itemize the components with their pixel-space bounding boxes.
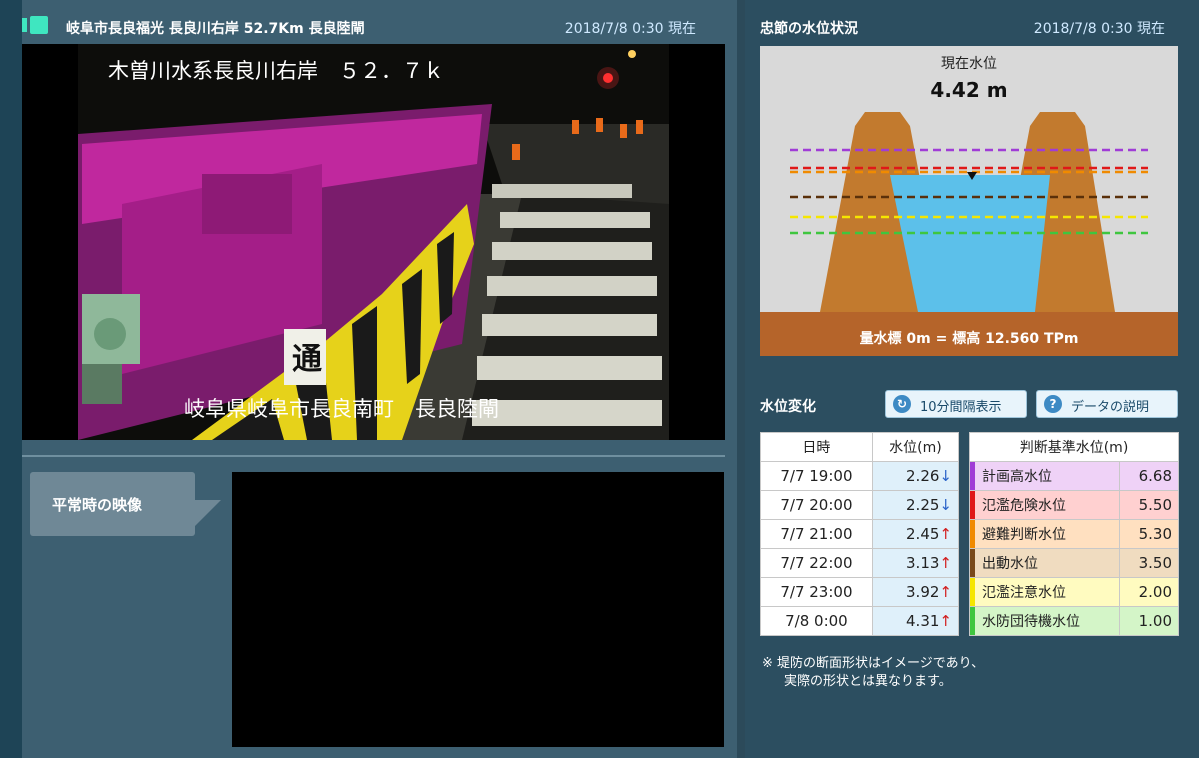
status-title: 忠節の水位状況 xyxy=(760,21,858,37)
table-row: 避難判断水位 5.30 xyxy=(969,519,1180,549)
row-time: 7/7 21:00 xyxy=(760,519,873,549)
table-row: 出動水位 3.50 xyxy=(969,548,1180,578)
current-level-label: 現在水位 xyxy=(941,56,997,72)
live-camera-video[interactable]: 通 木曽川水系長良川右岸 ５２．７ｋ 岐阜県岐阜市長良南町 長良陸閘 xyxy=(22,44,725,440)
data-help-button[interactable]: ? データの説明 xyxy=(1036,390,1178,418)
criteria-value: 5.50 xyxy=(1118,490,1180,520)
help-icon: ? xyxy=(1044,395,1062,413)
camera-title: 岐阜市長良福光 長良川右岸 52.7Km 長良陸閘 xyxy=(66,21,365,37)
help-button-label: データの説明 xyxy=(1071,400,1150,415)
status-timestamp: 2018/7/8 0:30 現在 xyxy=(1033,21,1165,37)
camera-icon xyxy=(22,16,48,34)
panel-divider xyxy=(22,455,725,457)
criteria-name: 水防団待機水位 xyxy=(969,606,1120,636)
criteria-title: 判断基準水位(m) xyxy=(969,432,1179,462)
row-time: 7/7 19:00 xyxy=(760,461,873,491)
disclaimer-note: ※ 堤防の断面形状はイメージであり、 実際の形状とは異なります。 xyxy=(762,655,984,691)
criteria-value: 2.00 xyxy=(1118,577,1180,607)
camera-panel: 岐阜市長良福光 長良川右岸 52.7Km 長良陸閘 2018/7/8 0:30 … xyxy=(0,0,737,758)
row-level: 4.31↑ xyxy=(871,606,960,636)
row-level: 2.26↓ xyxy=(871,461,960,491)
criteria-name: 氾濫注意水位 xyxy=(969,577,1120,607)
trend-up-icon: ↑ xyxy=(939,583,952,601)
normal-video[interactable] xyxy=(232,472,724,747)
table-row: 氾濫注意水位 2.00 xyxy=(969,577,1180,607)
table-row: 計画高水位 6.68 xyxy=(969,461,1180,491)
level-color-bar xyxy=(970,549,975,577)
level-color-bar xyxy=(970,520,975,548)
trend-up-icon: ↑ xyxy=(939,612,952,630)
trend-up-icon: ↑ xyxy=(939,525,952,543)
panel-edge xyxy=(0,0,22,758)
table-row: 7/7 20:00 2.25↓ xyxy=(760,490,960,520)
trend-up-icon: ↑ xyxy=(939,554,952,572)
row-time: 7/7 23:00 xyxy=(760,577,873,607)
criteria-value: 1.00 xyxy=(1118,606,1180,636)
table-row: 水防団待機水位 1.00 xyxy=(969,606,1180,636)
criteria-name: 出動水位 xyxy=(969,548,1120,578)
trend-down-icon: ↓ xyxy=(939,496,952,514)
camera-frame: 通 木曽川水系長良川右岸 ５２．７ｋ 岐阜県岐阜市長良南町 長良陸閘 xyxy=(22,44,725,440)
disclaimer-line-2: 実際の形状とは異なります。 xyxy=(784,674,952,689)
criteria-value: 5.30 xyxy=(1118,519,1180,549)
normal-video-label: 平常時の映像 xyxy=(30,472,221,536)
normal-video-label-text: 平常時の映像 xyxy=(52,496,143,514)
interval-button[interactable]: ↻ 10分間隔表示 xyxy=(885,390,1027,418)
row-level: 2.45↑ xyxy=(871,519,960,549)
criteria-name: 避難判断水位 xyxy=(969,519,1120,549)
col-time: 日時 xyxy=(760,432,873,462)
table-row: 氾濫危険水位 5.50 xyxy=(969,490,1180,520)
interval-button-label: 10分間隔表示 xyxy=(920,400,1002,415)
level-color-bar xyxy=(970,578,975,606)
camera-header: 岐阜市長良福光 長良川右岸 52.7Km 長良陸閘 2018/7/8 0:30 … xyxy=(14,10,726,44)
table-row: 7/7 21:00 2.45↑ xyxy=(760,519,960,549)
label-pointer xyxy=(193,500,221,528)
camera-overlay-location: 木曽川水系長良川右岸 ５２．７ｋ xyxy=(108,59,444,83)
table-row: 7/7 19:00 2.26↓ xyxy=(760,461,960,491)
level-history-table: 日時 水位(m) 7/7 19:00 2.26↓ 7/7 20:00 2.25↓… xyxy=(760,432,960,636)
row-time: 7/7 20:00 xyxy=(760,490,873,520)
change-title: 水位変化 xyxy=(760,399,816,415)
row-level: 3.13↑ xyxy=(871,548,960,578)
current-level-value: 4.42 m xyxy=(930,78,1007,102)
water-level-panel: 忠節の水位状況 2018/7/8 0:30 現在 現在水位 4.42 m 量水標… xyxy=(745,0,1199,758)
row-level: 3.92↑ xyxy=(871,577,960,607)
level-color-bar xyxy=(970,491,975,519)
level-color-bar xyxy=(970,607,975,635)
row-time: 7/7 22:00 xyxy=(760,548,873,578)
criteria-name: 氾濫危険水位 xyxy=(969,490,1120,520)
row-level: 2.25↓ xyxy=(871,490,960,520)
criteria-name: 計画高水位 xyxy=(969,461,1120,491)
gauge-baseline: 量水標 0m = 標高 12.560 TPm xyxy=(860,330,1079,347)
disclaimer-line-1: ※ 堤防の断面形状はイメージであり、 xyxy=(762,656,985,671)
criteria-value: 6.68 xyxy=(1118,461,1180,491)
sign-text: 通 xyxy=(292,342,322,377)
camera-timestamp: 2018/7/8 0:30 現在 xyxy=(564,21,696,37)
row-time: 7/8 0:00 xyxy=(760,606,873,636)
level-color-bar xyxy=(970,462,975,490)
trend-down-icon: ↓ xyxy=(939,467,952,485)
col-level: 水位(m) xyxy=(871,432,960,462)
levee-diagram: 現在水位 4.42 m 量水標 0m = 標高 12.560 TPm xyxy=(760,46,1178,356)
criteria-table: 判断基準水位(m) 計画高水位 6.68 氾濫危険水位 5.50 避難判断水位 … xyxy=(969,432,1180,636)
table-row: 7/7 22:00 3.13↑ xyxy=(760,548,960,578)
table-row: 7/7 23:00 3.92↑ xyxy=(760,577,960,607)
table-row: 7/8 0:00 4.31↑ xyxy=(760,606,960,636)
camera-overlay-address: 岐阜県岐阜市長良南町 長良陸閘 xyxy=(184,397,499,421)
criteria-value: 3.50 xyxy=(1118,548,1180,578)
refresh-icon: ↻ xyxy=(893,395,911,413)
